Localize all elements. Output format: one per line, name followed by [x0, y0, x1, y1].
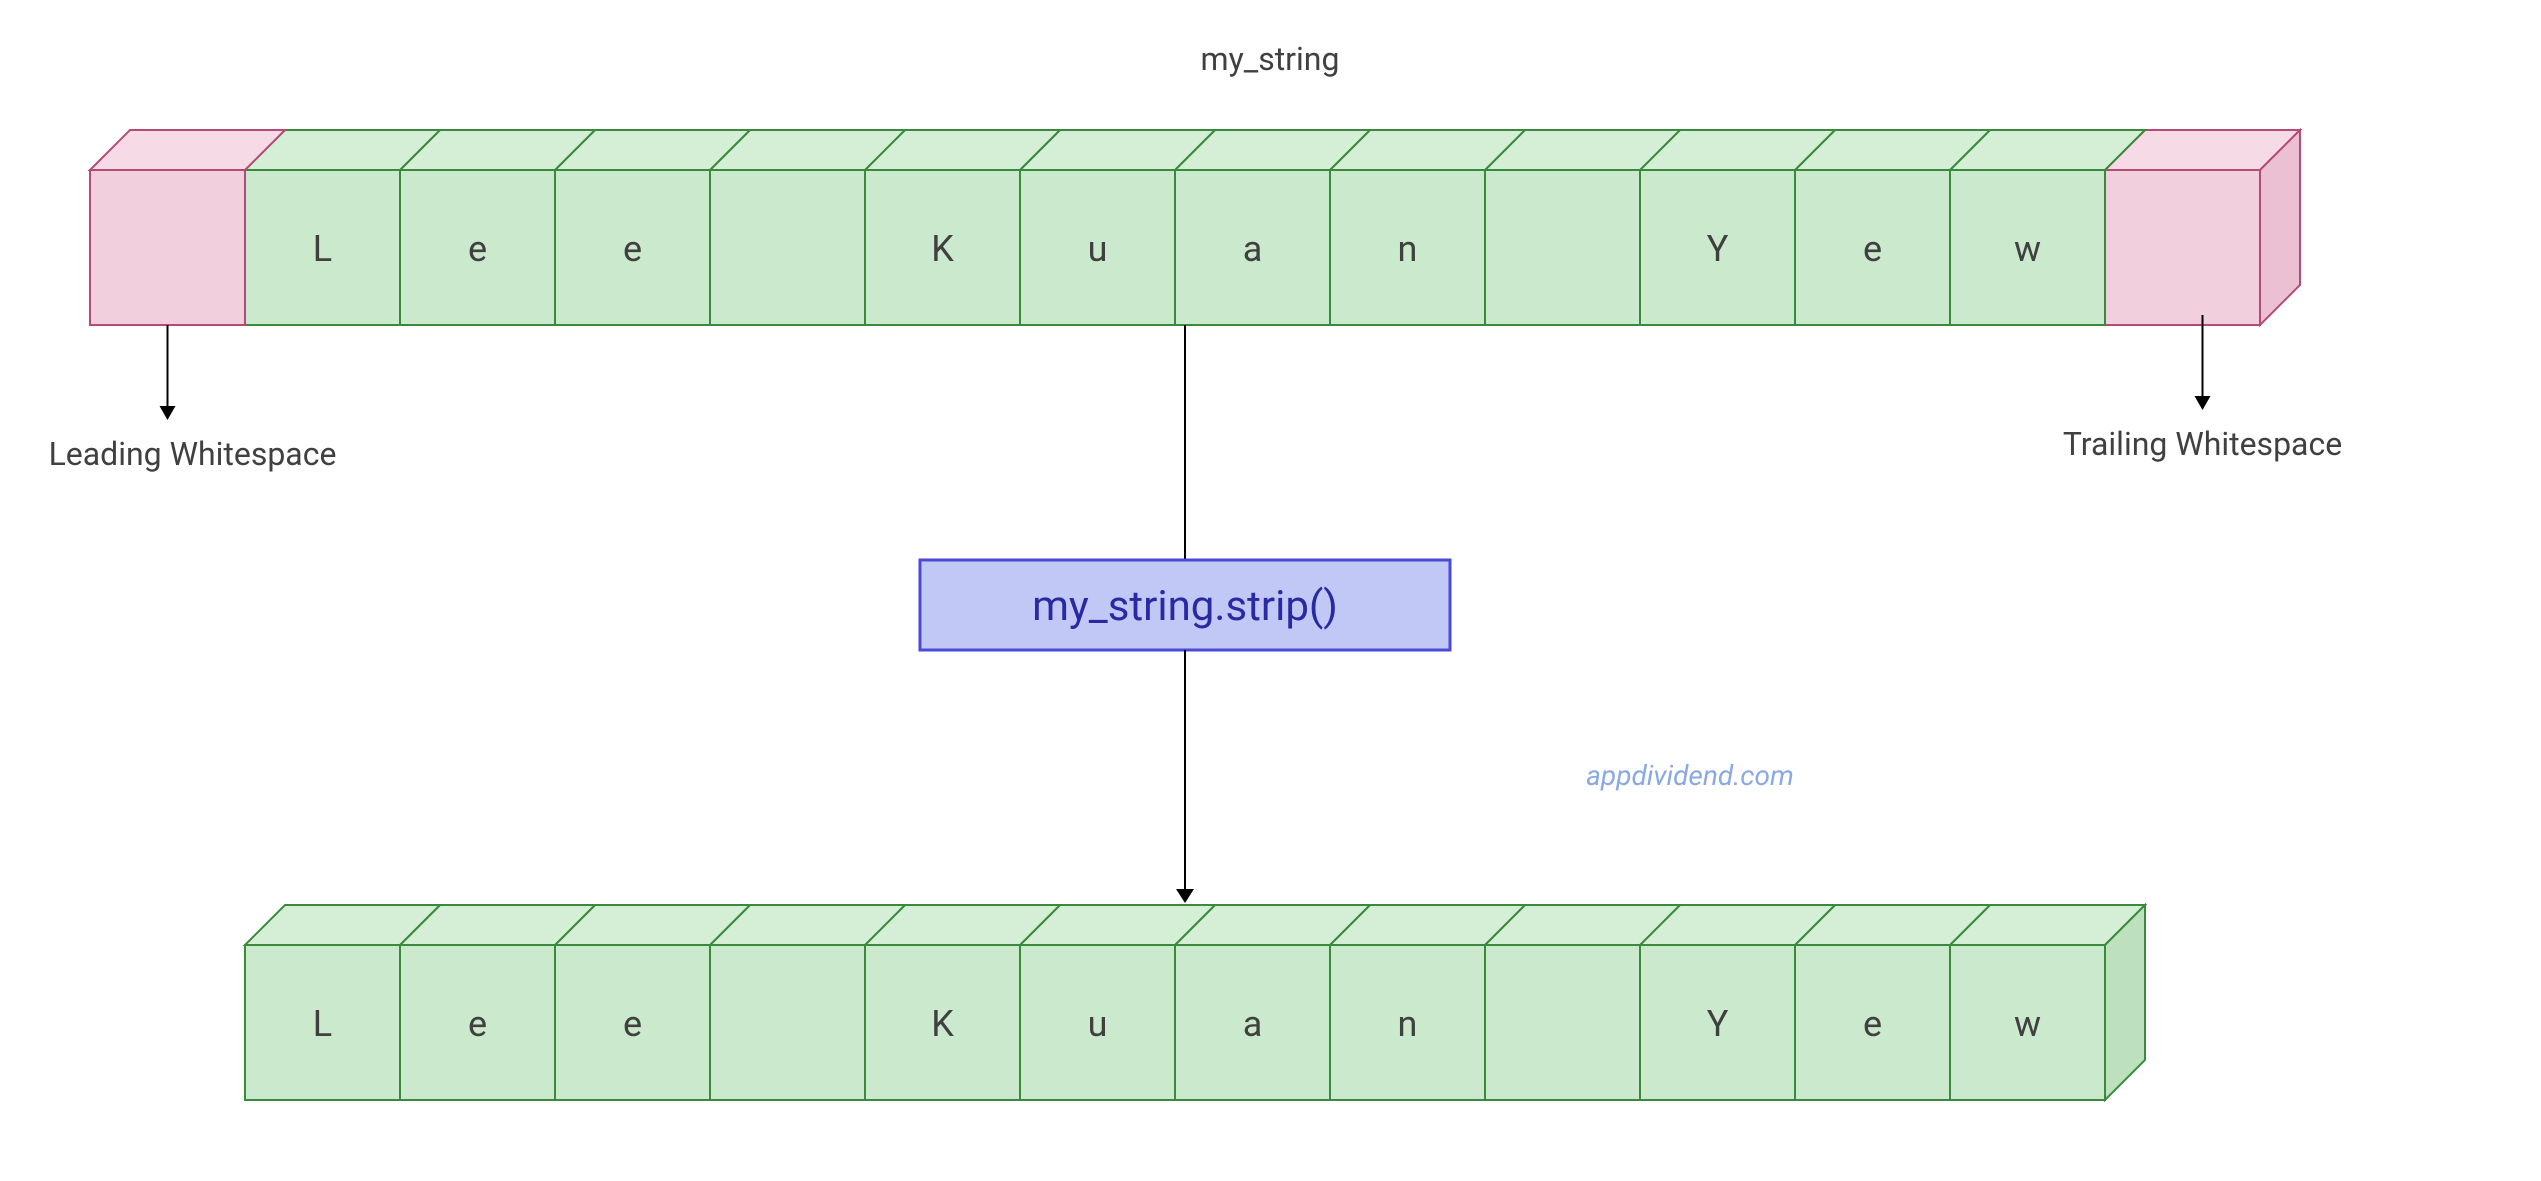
- string-cell: w: [2014, 228, 2041, 270]
- result-cell: L: [313, 1003, 332, 1045]
- string-cell: a: [1243, 228, 1263, 270]
- string-cell: e: [623, 228, 642, 270]
- result-cell: K: [931, 1003, 954, 1045]
- method-label: my_string.strip(): [1032, 582, 1338, 631]
- result-cell: n: [1398, 1003, 1418, 1045]
- result-cell: w: [2014, 1003, 2041, 1045]
- string-cell: u: [1088, 228, 1108, 270]
- result-cell: u: [1088, 1003, 1108, 1045]
- leading-whitespace-label: Leading Whitespace: [49, 435, 337, 473]
- string-cell: Y: [1707, 228, 1729, 270]
- result-cell: e: [623, 1003, 642, 1045]
- flow-arrowhead: [1176, 889, 1194, 903]
- trailing-whitespace-label: Trailing Whitespace: [2063, 425, 2342, 463]
- string-cell: e: [1863, 228, 1882, 270]
- string-cell: n: [1398, 228, 1418, 270]
- string-cell: L: [313, 228, 332, 270]
- result-cell: a: [1243, 1003, 1263, 1045]
- result-cell: e: [1863, 1003, 1882, 1045]
- string-cell: e: [468, 228, 487, 270]
- result-cell: Y: [1707, 1003, 1729, 1045]
- string-cell: K: [931, 228, 954, 270]
- watermark: appdividend.com: [1586, 759, 1794, 792]
- diagram-title: my_string: [1201, 40, 1340, 78]
- result-cell: e: [468, 1003, 487, 1045]
